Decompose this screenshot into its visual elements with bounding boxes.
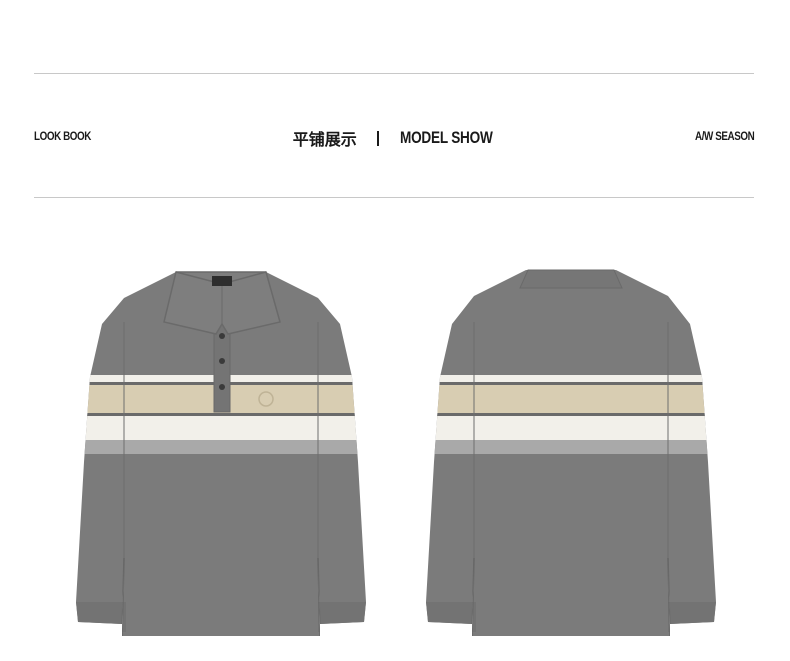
title-chinese: 平铺展示 bbox=[292, 130, 357, 149]
section-header: LOOK BOOK 平铺展示 MODEL SHOW A/W SEASON bbox=[0, 126, 790, 150]
bottom-divider bbox=[34, 197, 754, 198]
polo-shirt-back-icon bbox=[426, 269, 716, 636]
polo-shirt-front bbox=[66, 262, 378, 645]
title-separator bbox=[377, 130, 380, 146]
section-title: 平铺展示 MODEL SHOW bbox=[0, 126, 790, 150]
top-divider bbox=[34, 73, 754, 74]
polo-shirt-back bbox=[416, 262, 728, 645]
title-english: MODEL SHOW bbox=[399, 128, 493, 147]
polo-shirt-front-icon bbox=[76, 271, 366, 636]
season-label: A/W SEASON bbox=[694, 129, 755, 143]
